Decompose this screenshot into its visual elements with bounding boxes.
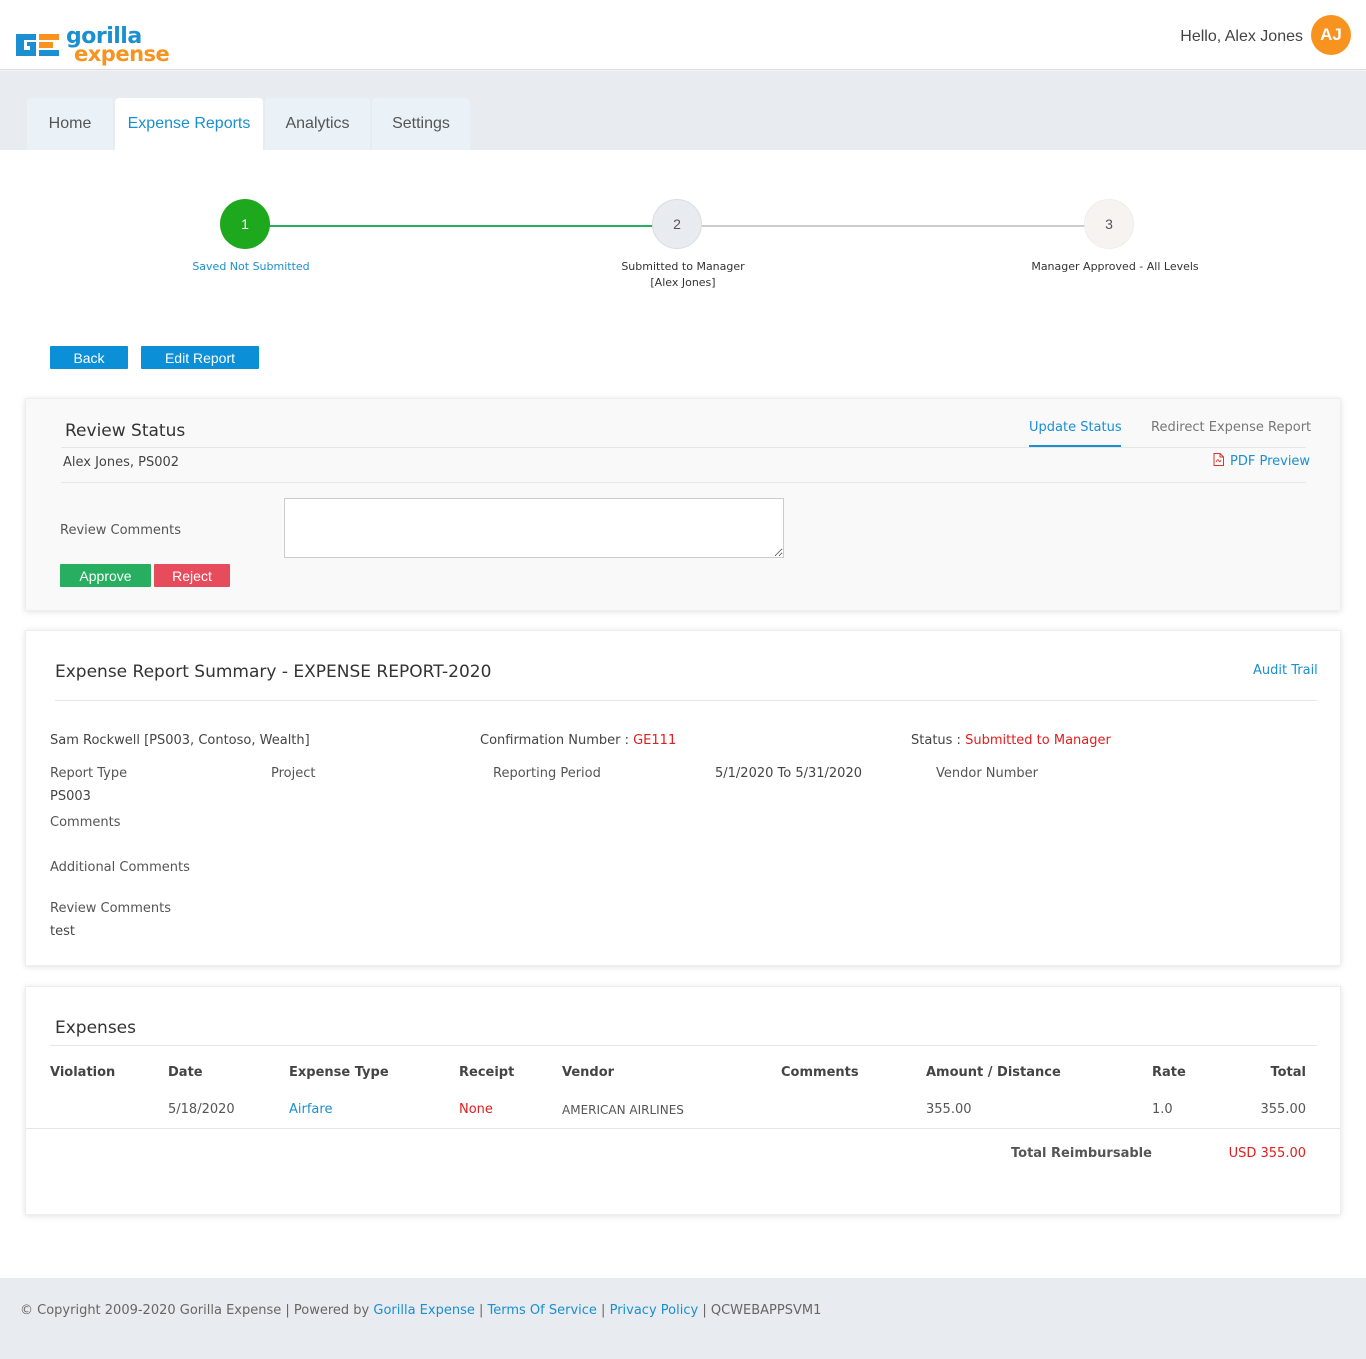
column-header-rate: Rate [1152, 1065, 1186, 1080]
column-header-receipt: Receipt [459, 1065, 515, 1080]
step-1-label: Saved Not Submitted [121, 259, 381, 275]
cell-receipt[interactable]: None [459, 1102, 493, 1117]
column-header-expense-type: Expense Type [289, 1065, 389, 1080]
review-user: Alex Jones, PS002 [63, 455, 180, 470]
footer-separator: | [698, 1303, 711, 1318]
divider [61, 482, 1306, 483]
update-status-link[interactable]: Update Status [1029, 420, 1122, 435]
logo-mark-icon [14, 28, 62, 62]
summary-title: Expense Report Summary - EXPENSE REPORT-… [55, 662, 492, 682]
server-name: QCWEBAPPSVM1 [710, 1303, 822, 1318]
column-header-violation: Violation [50, 1065, 116, 1080]
tab-expense-reports[interactable]: Expense Reports [115, 98, 263, 150]
column-header-amount-distance: Amount / Distance [926, 1065, 1061, 1080]
cell-amount: 355.00 [926, 1102, 972, 1117]
divider [50, 1045, 1317, 1046]
step-1-title: Saved Not Submitted [192, 260, 310, 273]
review-comments-label: Review Comments [60, 523, 181, 538]
divider [61, 447, 1306, 448]
column-header-vendor: Vendor [562, 1065, 615, 1080]
cell-date: 5/18/2020 [168, 1102, 235, 1117]
expense-report-summary-card: Expense Report Summary - EXPENSE REPORT-… [25, 630, 1341, 966]
status-value: Submitted to Manager [965, 733, 1111, 748]
footer-separator: | [596, 1303, 610, 1318]
powered-by-link[interactable]: Gorilla Expense [373, 1303, 474, 1318]
copyright-text: © Copyright 2009-2020 Gorilla Expense | … [20, 1303, 374, 1318]
total-reimbursable-value: USD 355.00 [1228, 1146, 1306, 1161]
gorilla-expense-logo[interactable]: gorilla expense [14, 24, 170, 68]
cell-rate: 1.0 [1152, 1102, 1173, 1117]
project-label: Project [271, 766, 316, 781]
confirmation-number: Confirmation Number : GE111 [480, 733, 676, 748]
user-avatar[interactable]: AJ [1311, 15, 1351, 55]
step-2-label: Submitted to Manager [Alex Jones] [553, 259, 813, 291]
pdf-preview-link[interactable]: PDF Preview [1213, 453, 1310, 470]
expenses-card: Expenses Violation Date Expense Type Rec… [25, 986, 1341, 1215]
pdf-preview-label: PDF Preview [1230, 454, 1311, 469]
tab-settings[interactable]: Settings [372, 98, 470, 150]
review-status-card: Review Status Update Status Redirect Exp… [25, 398, 1341, 611]
step-3-title: Manager Approved - All Levels [1031, 260, 1199, 273]
step-1-circle: 1 [220, 199, 270, 249]
user-greeting: Hello, Alex Jones [1180, 28, 1303, 45]
step-connector-2 [700, 225, 1086, 227]
vendor-number-label: Vendor Number [936, 766, 1039, 781]
approve-button[interactable]: Approve [60, 564, 151, 587]
tab-home[interactable]: Home [27, 98, 113, 150]
logo-text: gorilla expense [64, 24, 170, 68]
total-reimbursable-label: Total Reimbursable [1011, 1146, 1152, 1161]
step-3-label: Manager Approved - All Levels [985, 259, 1245, 275]
step-2-approver: [Alex Jones] [650, 276, 716, 289]
reject-button[interactable]: Reject [154, 564, 230, 587]
report-type-label: Report Type [50, 766, 128, 781]
employee-info: Sam Rockwell [PS003, Contoso, Wealth] [50, 733, 310, 748]
audit-trail-link[interactable]: Audit Trail [1253, 663, 1318, 678]
logo-word-expense: expense [74, 42, 170, 66]
expenses-title: Expenses [55, 1018, 136, 1038]
review-comments-input[interactable] [284, 498, 784, 558]
approval-stepper: 1 2 3 Saved Not Submitted Submitted to M… [0, 150, 1366, 310]
divider [26, 1128, 1340, 1129]
review-status-title: Review Status [65, 421, 186, 441]
cell-expense-type-link[interactable]: Airfare [289, 1102, 332, 1117]
confirmation-number-value: GE111 [633, 733, 677, 748]
back-button[interactable]: Back [50, 346, 128, 369]
step-2-title: Submitted to Manager [621, 260, 745, 273]
divider [55, 700, 1317, 701]
main-nav: Home Expense Reports Analytics Settings [0, 71, 1366, 150]
column-header-date: Date [168, 1065, 203, 1080]
privacy-policy-link[interactable]: Privacy Policy [610, 1303, 699, 1318]
comments-label: Comments [50, 815, 121, 830]
edit-report-button[interactable]: Edit Report [141, 346, 259, 369]
summary-review-comments-label: Review Comments [50, 901, 171, 916]
footer-separator: | [474, 1303, 488, 1318]
column-header-total: Total [1270, 1065, 1306, 1080]
terms-of-service-link[interactable]: Terms Of Service [488, 1303, 597, 1318]
page-footer: © Copyright 2009-2020 Gorilla Expense | … [0, 1278, 1366, 1359]
app-header: gorilla expense Hello, Alex Jones AJ [0, 0, 1366, 70]
cell-vendor: AMERICAN AIRLINES [562, 1103, 684, 1117]
summary-review-comments-value: test [50, 924, 75, 939]
reporting-period-value: 5/1/2020 To 5/31/2020 [715, 766, 862, 781]
step-connector-1 [268, 225, 654, 227]
step-3-circle: 3 [1084, 199, 1134, 249]
column-header-comments: Comments [781, 1065, 859, 1080]
confirmation-number-label: Confirmation Number : [480, 733, 634, 748]
pdf-icon [1213, 453, 1224, 470]
tab-analytics[interactable]: Analytics [265, 98, 370, 150]
report-type-value: PS003 [50, 789, 91, 804]
status-label: Status : [911, 733, 966, 748]
step-2-circle: 2 [652, 199, 702, 249]
additional-comments-label: Additional Comments [50, 860, 190, 875]
cell-total: 355.00 [1260, 1102, 1307, 1117]
footer-text: © Copyright 2009-2020 Gorilla Expense | … [20, 1303, 821, 1318]
redirect-expense-report-link[interactable]: Redirect Expense Report [1151, 420, 1311, 435]
reporting-period-label: Reporting Period [493, 766, 601, 781]
report-status: Status : Submitted to Manager [911, 733, 1111, 748]
